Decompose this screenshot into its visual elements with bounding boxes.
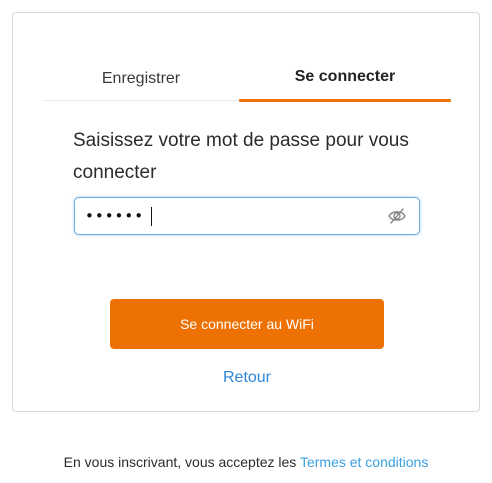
login-card: Enregistrer Se connecter Saisissez votre…: [12, 12, 480, 412]
password-prompt: Saisissez votre mot de passe pour vous c…: [73, 130, 409, 183]
terms-text: En vous inscrivant, vous acceptez les: [63, 454, 300, 470]
tab-login[interactable]: Se connecter: [239, 55, 451, 99]
login-page: Enregistrer Se connecter Saisissez votre…: [0, 0, 492, 483]
auth-tabs: Enregistrer Se connecter: [43, 57, 451, 102]
tab-register[interactable]: Enregistrer: [43, 57, 239, 101]
password-input[interactable]: [85, 199, 375, 233]
active-tab-indicator: [239, 99, 451, 102]
back-link[interactable]: Retour: [13, 369, 481, 387]
terms-footer: En vous inscrivant, vous acceptez les Te…: [0, 454, 492, 470]
password-field[interactable]: [74, 197, 420, 235]
connect-wifi-button[interactable]: Se connecter au WiFi: [110, 299, 384, 349]
eye-off-icon[interactable]: [387, 207, 407, 225]
terms-link[interactable]: Termes et conditions: [300, 454, 428, 470]
text-caret: [151, 207, 152, 226]
